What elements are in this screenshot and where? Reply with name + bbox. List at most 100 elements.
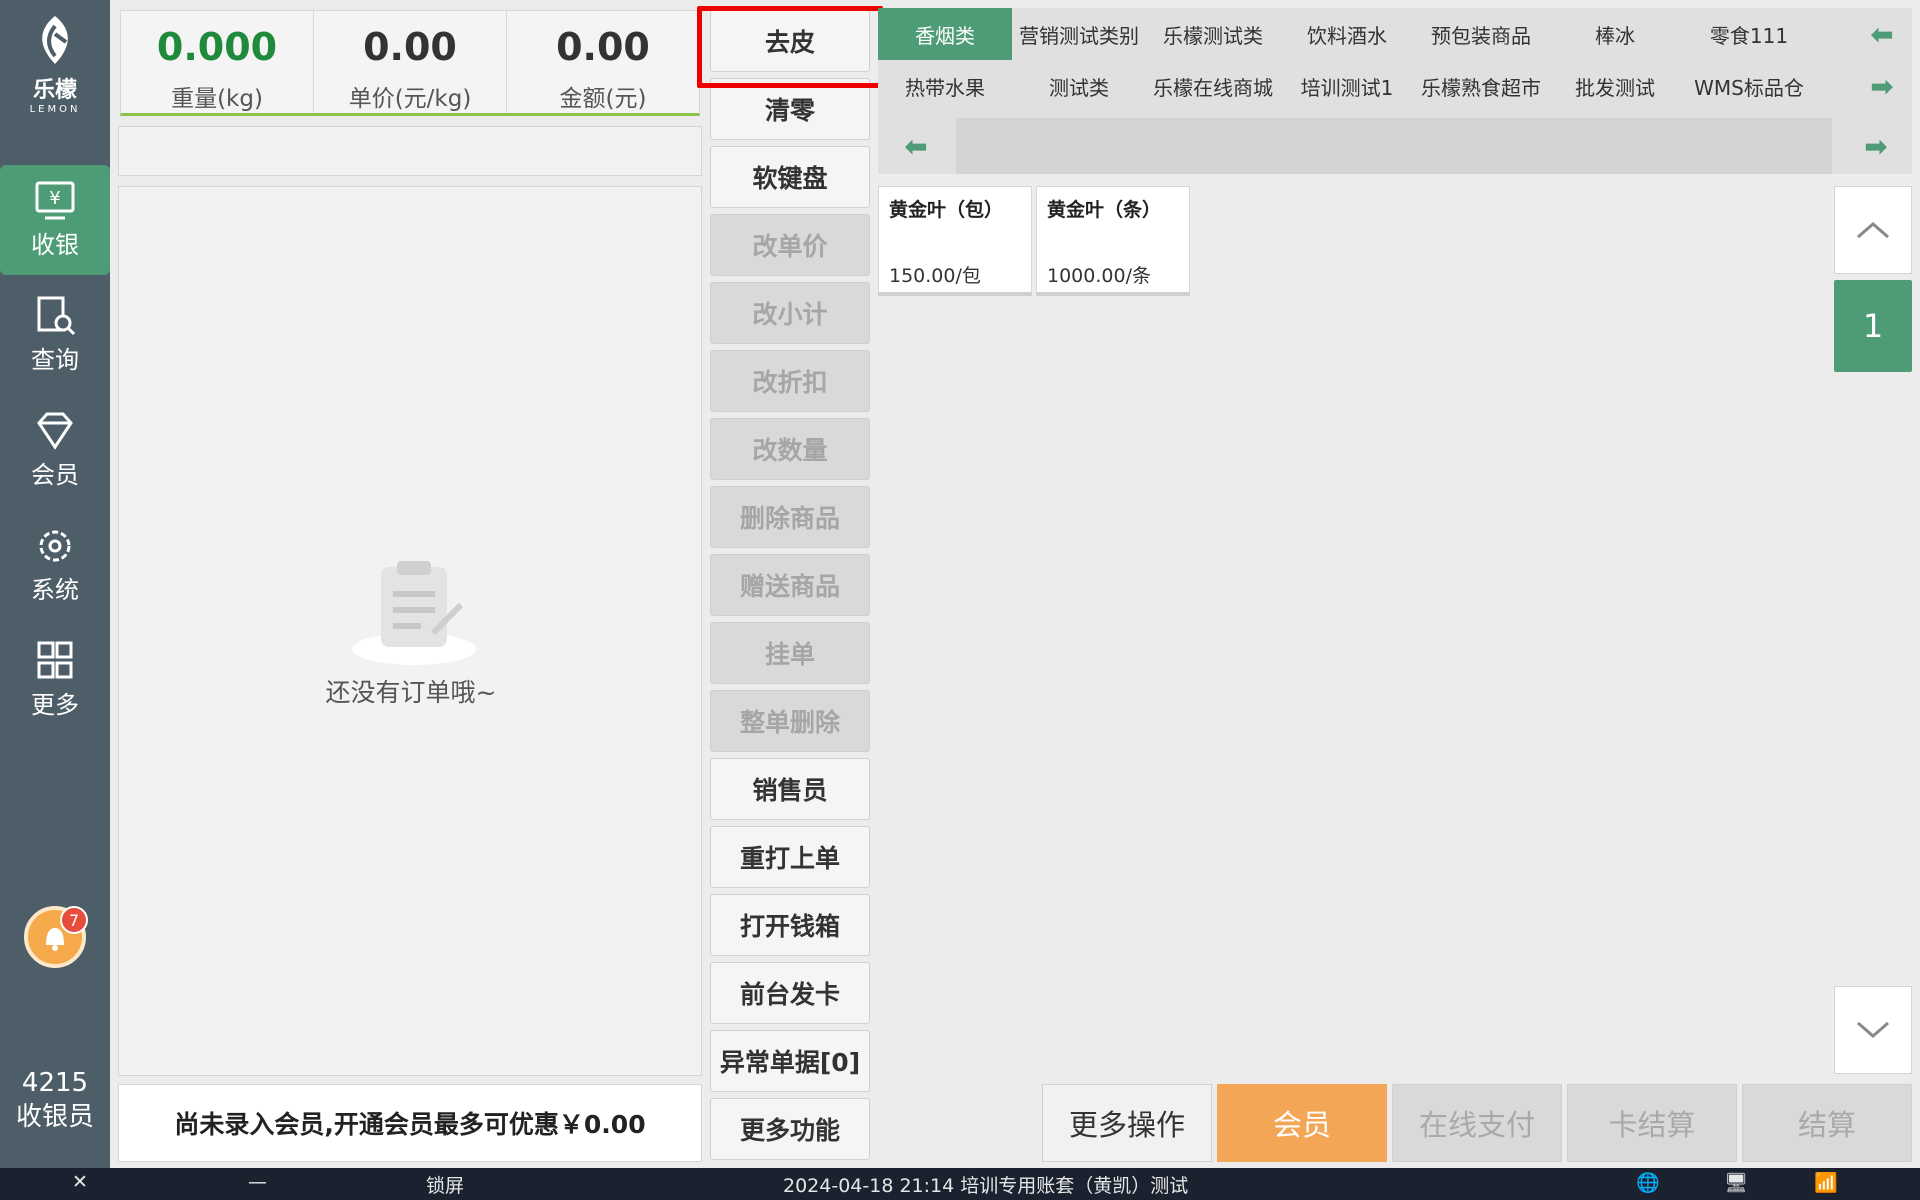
member-promo-banner[interactable]: 尚未录入会员,开通会员最多可优惠￥0.00 xyxy=(118,1084,702,1162)
globe-icon[interactable]: 🌐 xyxy=(1636,1171,1660,1194)
chevron-up-icon xyxy=(1857,222,1889,239)
category-tab[interactable]: 营销测试类别 xyxy=(1012,8,1146,60)
search-document-icon xyxy=(37,296,76,335)
more-functions-button[interactable]: 更多功能 xyxy=(710,1098,870,1160)
lock-screen-button[interactable]: 锁屏 xyxy=(426,1171,464,1198)
nav-item-more[interactable]: 更多 xyxy=(0,625,110,735)
arrow-right-icon: ➡ xyxy=(1864,129,1888,163)
grid-icon xyxy=(37,641,73,678)
notification-badge: 7 xyxy=(60,906,88,934)
sidebar: 乐檬 LEMON ¥ 收银 查询 会员 系统 更多 7 4215 收银员 xyxy=(0,0,110,1168)
category-tab[interactable]: 零食111 xyxy=(1682,8,1816,60)
close-icon[interactable]: ✕ xyxy=(72,1171,88,1193)
taskbar: ✕ — 锁屏 2024-04-18 21:14 培训专用账套（黄凯）测试 🌐 🖥… xyxy=(0,1168,1920,1200)
category-prev-arrow[interactable]: ⬅ xyxy=(1852,8,1912,60)
weight-cell: 0.000 重量(kg) xyxy=(121,11,314,113)
amount-cell: 0.00 金额(元) xyxy=(507,11,699,113)
delete-order-button[interactable]: 整单删除 xyxy=(710,690,870,752)
nav-item-cashier[interactable]: ¥ 收银 xyxy=(0,165,110,275)
category-tab[interactable]: 棒冰 xyxy=(1548,8,1682,60)
change-subtotal-button[interactable]: 改小计 xyxy=(710,282,870,344)
nav-item-label: 查询 xyxy=(31,345,79,374)
product-price: 150.00/包 xyxy=(889,265,981,287)
empty-order-text: 还没有订单哦~ xyxy=(325,678,497,707)
cash-register-icon: ¥ xyxy=(35,181,75,219)
zero-button[interactable]: 清零 xyxy=(710,78,870,140)
barcode-input[interactable] xyxy=(118,126,702,176)
monitor-icon[interactable]: 🖥 xyxy=(1724,1171,1748,1194)
change-price-button[interactable]: 改单价 xyxy=(710,214,870,276)
category-next-arrow[interactable]: ➡ xyxy=(1852,60,1912,112)
nav-item-system[interactable]: 系统 xyxy=(0,510,110,620)
nav-item-label: 更多 xyxy=(31,690,79,719)
category-bar: 香烟类 营销测试类别 乐檬测试类 饮料酒水 预包装商品 棒冰 零食111 ⬅ 热带水果 测试类… xyxy=(878,8,1912,174)
page-up-button[interactable] xyxy=(1834,186,1912,274)
gift-item-button[interactable]: 赠送商品 xyxy=(710,554,870,616)
category-tab[interactable]: 香烟类 xyxy=(878,8,1012,60)
product-card[interactable]: 黄金叶（包） 150.00/包 xyxy=(878,186,1032,296)
category-tab[interactable]: 测试类 xyxy=(1012,60,1146,112)
category-tab[interactable]: 热带水果 xyxy=(878,60,1012,112)
order-list: 还没有订单哦~ xyxy=(118,186,702,1076)
category-tab[interactable]: 培训测试1 xyxy=(1280,60,1414,112)
nav-item-query[interactable]: 查询 xyxy=(0,280,110,390)
subcategory-strip xyxy=(956,118,1832,174)
open-cash-drawer-button[interactable]: 打开钱箱 xyxy=(710,894,870,956)
category-tab[interactable]: 乐檬熟食超市 xyxy=(1414,60,1548,112)
arrow-left-icon: ⬅ xyxy=(904,129,928,163)
page-down-button[interactable] xyxy=(1834,986,1912,1074)
online-pay-button[interactable]: 在线支付 xyxy=(1392,1084,1562,1162)
product-name: 黄金叶（条） xyxy=(1047,199,1162,221)
product-card[interactable]: 黄金叶（条） 1000.00/条 xyxy=(1036,186,1190,296)
more-actions-button[interactable]: 更多操作 xyxy=(1042,1084,1212,1162)
cashier-info: 4215 收银员 xyxy=(0,1066,110,1134)
issue-card-button[interactable]: 前台发卡 xyxy=(710,962,870,1024)
salesperson-button[interactable]: 销售员 xyxy=(710,758,870,820)
empty-clipboard-icon xyxy=(352,561,476,665)
category-tab[interactable]: 饮料酒水 xyxy=(1280,8,1414,60)
category-tab[interactable]: WMS标品仓 xyxy=(1682,60,1816,112)
category-tab[interactable]: 批发测试 xyxy=(1548,60,1682,112)
unit-price-cell: 0.00 单价(元/kg) xyxy=(314,11,507,113)
brand-subtitle: LEMON xyxy=(29,104,81,115)
chevron-down-icon xyxy=(1857,1021,1889,1038)
soft-keyboard-button[interactable]: 软键盘 xyxy=(710,146,870,208)
change-quantity-button[interactable]: 改数量 xyxy=(710,418,870,480)
diamond-icon xyxy=(37,412,73,450)
unit-price-label: 单价(元/kg) xyxy=(348,86,472,112)
cashier-role: 收银员 xyxy=(15,1102,94,1132)
scale-display: 0.000 重量(kg) 0.00 单价(元/kg) 0.00 金额(元) xyxy=(120,10,700,116)
minimize-icon[interactable]: — xyxy=(248,1171,267,1193)
subcategory-next-arrow[interactable]: ➡ xyxy=(1846,118,1906,174)
arrow-right-icon: ➡ xyxy=(1870,69,1894,103)
category-tab[interactable]: 预包装商品 xyxy=(1414,8,1548,60)
product-price: 1000.00/条 xyxy=(1047,265,1151,287)
status-text: 2024-04-18 21:14 培训专用账套（黄凯）测试 xyxy=(783,1175,1189,1197)
reprint-last-button[interactable]: 重打上单 xyxy=(710,826,870,888)
arrow-left-icon: ⬅ xyxy=(1870,17,1894,51)
category-tab[interactable]: 乐檬在线商城 xyxy=(1146,60,1280,112)
card-settle-button[interactable]: 卡结算 xyxy=(1567,1084,1737,1162)
amount-value: 0.00 xyxy=(556,25,650,69)
svg-text:¥: ¥ xyxy=(49,188,60,209)
category-tab[interactable]: 乐檬测试类 xyxy=(1146,8,1280,60)
weight-value: 0.000 xyxy=(156,25,278,69)
subcategory-prev-arrow[interactable]: ⬅ xyxy=(886,118,946,174)
change-discount-button[interactable]: 改折扣 xyxy=(710,350,870,412)
abnormal-orders-button[interactable]: 异常单据[0] xyxy=(710,1030,870,1092)
page-number: 1 xyxy=(1834,280,1912,372)
weight-label: 重量(kg) xyxy=(171,86,263,112)
member-button[interactable]: 会员 xyxy=(1217,1084,1387,1162)
nav-item-label: 收银 xyxy=(31,230,79,259)
checkout-button[interactable]: 结算 xyxy=(1742,1084,1912,1162)
cashier-id: 4215 xyxy=(21,1068,89,1098)
nav-item-member[interactable]: 会员 xyxy=(0,395,110,505)
category-row-1: 香烟类 营销测试类别 乐檬测试类 饮料酒水 预包装商品 棒冰 零食111 xyxy=(878,8,1816,60)
category-row-2: 热带水果 测试类 乐檬在线商城 培训测试1 乐檬熟食超市 批发测试 WMS标品仓 xyxy=(878,60,1816,112)
amount-label: 金额(元) xyxy=(559,86,647,112)
nav-item-label: 会员 xyxy=(31,460,79,489)
wifi-icon[interactable]: 📶 xyxy=(1814,1171,1838,1194)
hold-order-button[interactable]: 挂单 xyxy=(710,622,870,684)
delete-item-button[interactable]: 删除商品 xyxy=(710,486,870,548)
tare-button[interactable]: 去皮 xyxy=(710,10,870,72)
